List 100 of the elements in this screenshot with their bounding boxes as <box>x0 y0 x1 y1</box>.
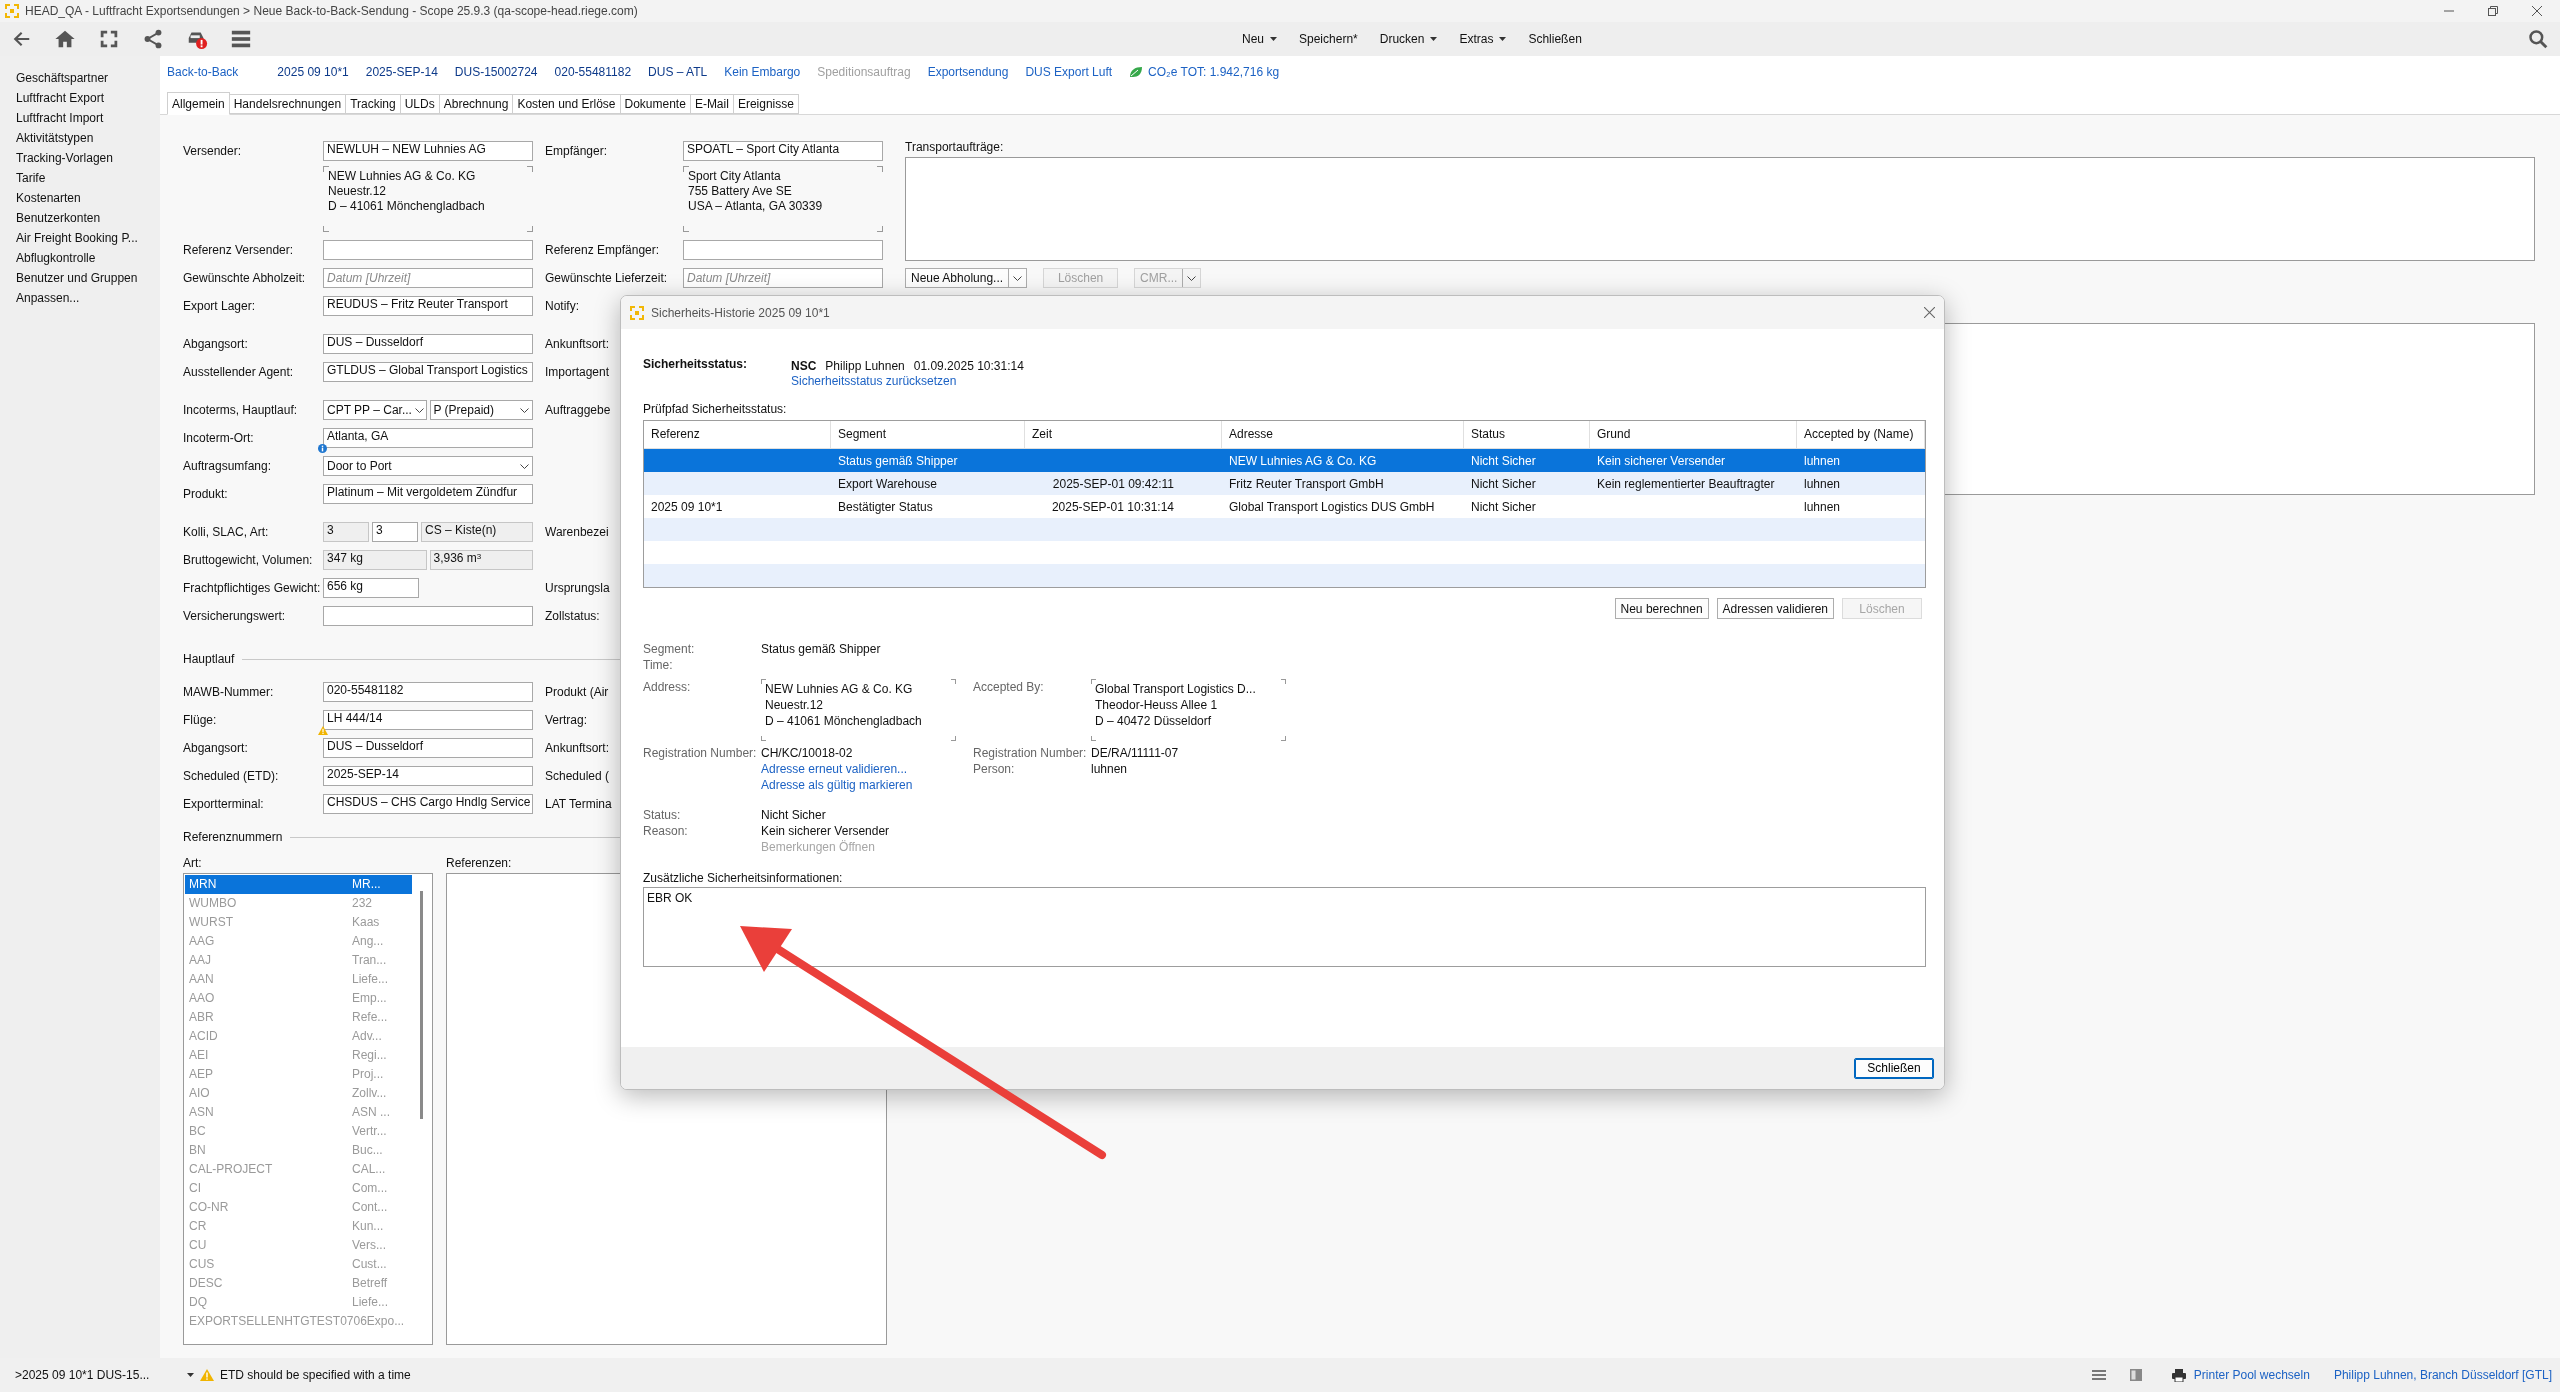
printer-icon[interactable] <box>2171 1368 2186 1382</box>
search-icon[interactable] <box>2528 29 2548 49</box>
list-view-icon[interactable] <box>2091 1369 2106 1381</box>
table-row[interactable]: Status gemäß Shipper NEW Luhnies AG & Co. KG Nicht Sicher Kein sicherer Versender luhnen <box>644 449 1925 472</box>
column-header[interactable]: Status <box>1464 421 1590 448</box>
menu-item[interactable]: Speichern* <box>1299 30 1358 48</box>
sidebar-item[interactable]: Aktivitätstypen <box>0 128 160 148</box>
column-header[interactable]: Referenz <box>644 421 831 448</box>
sidebar-item[interactable]: Geschäftspartner <box>0 68 160 88</box>
tab[interactable]: Handelsrechnungen <box>229 94 347 114</box>
menu-item[interactable]: Extras <box>1459 30 1507 48</box>
notes-field[interactable]: EBR OK <box>643 887 1926 967</box>
field-label: Auftraggebe <box>545 403 611 417</box>
text-field[interactable]: DUS – Dusseldorf <box>323 738 533 758</box>
text-field[interactable]: Platinum – Mit vergoldetem Zündfur <box>323 484 533 504</box>
sidebar-item[interactable]: Air Freight Booking P... <box>0 228 160 248</box>
item-code: CI <box>189 1180 201 1197</box>
reset-link[interactable]: Sicherheitsstatus zurücksetzen <box>791 374 957 388</box>
sidebar-item[interactable]: Luftfracht Import <box>0 108 160 128</box>
close-button[interactable]: Schließen <box>1854 1057 1934 1079</box>
text-field[interactable] <box>323 240 533 260</box>
text-field[interactable]: Atlanta, GA <box>323 428 533 448</box>
menu-item[interactable]: Drucken <box>1379 30 1438 48</box>
close-icon[interactable] <box>1924 307 1935 318</box>
restore-icon[interactable] <box>2488 6 2498 16</box>
column-header[interactable]: Grund <box>1590 421 1797 448</box>
menu-item[interactable]: Neu <box>1242 30 1277 48</box>
column-header[interactable]: Zeit <box>1025 421 1222 448</box>
tab[interactable]: Abrechnung <box>439 94 514 114</box>
item-name: Tran... <box>352 952 388 969</box>
header-link[interactable]: Exportsendung <box>927 65 1009 79</box>
header-link[interactable]: DUS Export Luft <box>1025 65 1113 79</box>
menu-item[interactable]: Schließen <box>1528 30 1582 48</box>
sidebar-item[interactable]: Luftfracht Export <box>0 88 160 108</box>
sidebar-item[interactable]: Abflugkontrolle <box>0 248 160 268</box>
table-cell-text: NEW Luhnies AG & Co. KG <box>1228 453 1378 468</box>
button[interactable]: Adressen validieren <box>1716 598 1834 619</box>
co2-value[interactable]: CO₂e TOT: 1.942,716 kg <box>1148 65 1280 79</box>
text-field[interactable]: 3 <box>372 522 418 542</box>
text-field[interactable] <box>323 606 533 626</box>
caret-icon <box>1499 37 1507 41</box>
header-link[interactable]: Back-to-Back <box>167 65 239 79</box>
warning-icon <box>318 726 328 735</box>
field-label: MAWB-Nummer: <box>183 685 274 699</box>
sidebar-item[interactable]: Anpassen... <box>0 288 160 308</box>
tab[interactable]: ULDs <box>400 94 440 114</box>
dropdown[interactable]: Door to Port <box>323 456 533 476</box>
sidebar-item[interactable]: Benutzer und Gruppen <box>0 268 160 288</box>
text-field[interactable] <box>683 240 883 260</box>
scrollbar-thumb[interactable] <box>420 891 423 1119</box>
text-field[interactable]: 020-55481182 <box>323 682 533 702</box>
address-link[interactable]: Adresse erneut validieren... <box>761 761 973 777</box>
header-link[interactable]: Kein Embargo <box>724 65 801 79</box>
text-field[interactable]: GTLDUS – Global Transport Logistics <box>323 362 533 382</box>
split-button[interactable]: Neue Abholung... <box>905 268 1028 288</box>
button[interactable]: Neu berechnen <box>1614 598 1709 619</box>
field-label: Transportaufträge: <box>905 140 1004 154</box>
text-field[interactable]: REUDUS – Fritz Reuter Transport <box>323 296 533 316</box>
home-icon[interactable] <box>54 28 76 50</box>
close-icon[interactable] <box>2532 6 2542 16</box>
table-row[interactable]: Export Warehouse 2025-SEP-01 09:42:11 Fritz Reuter Transport GmbH Nicht Sicher Kein reglementierter Beauftragter luhnen <box>644 472 1925 495</box>
transport-orders-box[interactable] <box>905 157 2535 261</box>
fullscreen-icon[interactable] <box>98 28 120 50</box>
tab[interactable]: Ereignisse <box>733 94 799 114</box>
list-item[interactable]: MRN MR... <box>185 875 412 894</box>
address-link[interactable]: Adresse als gültig markieren <box>761 777 973 793</box>
tab[interactable]: E-Mail <box>690 94 734 114</box>
dropdown[interactable]: CPT PP – Car... <box>323 400 427 420</box>
text-field[interactable]: DUS – Dusseldorf <box>323 334 533 354</box>
sidebar-item[interactable]: Tracking-Vorlagen <box>0 148 160 168</box>
header-info: 2025 09 10*1 <box>277 65 349 79</box>
text-field[interactable]: SPOATL – Sport City Atlanta <box>683 141 883 161</box>
item-code: AAN <box>189 971 214 988</box>
sidebar-item[interactable]: Tarife <box>0 168 160 188</box>
breadcrumb[interactable]: >2025 09 10*1 DUS-15... <box>15 1368 150 1382</box>
tab[interactable]: Kosten und Erlöse <box>513 94 621 114</box>
column-header[interactable]: Segment <box>831 421 1025 448</box>
table-row[interactable]: 2025 09 10*1 Bestätigter Status 2025-SEP-01 10:31:14 Global Transport Logistics DUS GmbH Nicht Sicher luhnen <box>644 495 1925 518</box>
table-cell-text: 2025-SEP-01 09:42:11 <box>1051 476 1175 491</box>
text-field[interactable]: 2025-SEP-14 <box>323 766 533 786</box>
sidebar-item[interactable]: Kostenarten <box>0 188 160 208</box>
printer-link[interactable]: Printer Pool wechseln <box>2193 1368 2310 1382</box>
field-label: Art: <box>183 856 202 870</box>
text-field[interactable]: 656 kg <box>323 578 419 598</box>
text-field[interactable]: CHSDUS – CHS Cargo Hndlg Service <box>323 794 533 814</box>
tab[interactable]: Dokumente <box>620 94 691 114</box>
sidebar-item[interactable]: Benutzerkonten <box>0 208 160 228</box>
share-icon[interactable] <box>142 28 164 50</box>
tab[interactable]: Tracking <box>346 94 401 114</box>
text-field[interactable]: NEWLUH – NEW Luhnies AG <box>323 141 533 161</box>
date-field[interactable]: Datum [Uhrzeit] <box>323 268 533 288</box>
date-field[interactable]: Datum [Uhrzeit] <box>683 268 883 288</box>
user-link[interactable]: Philipp Luhnen, Branch Düsseldorf [GTL] <box>2333 1368 2552 1382</box>
panel-icon[interactable] <box>2129 1369 2142 1381</box>
dropdown[interactable]: P (Prepaid) <box>429 400 533 420</box>
list-icon[interactable] <box>230 28 252 50</box>
tab[interactable]: Allgemein <box>167 92 230 115</box>
column-header[interactable]: Adresse <box>1222 421 1464 448</box>
column-header[interactable]: Accepted by (Name) <box>1797 421 1925 448</box>
text-field[interactable]: LH 444/14 <box>323 710 533 730</box>
